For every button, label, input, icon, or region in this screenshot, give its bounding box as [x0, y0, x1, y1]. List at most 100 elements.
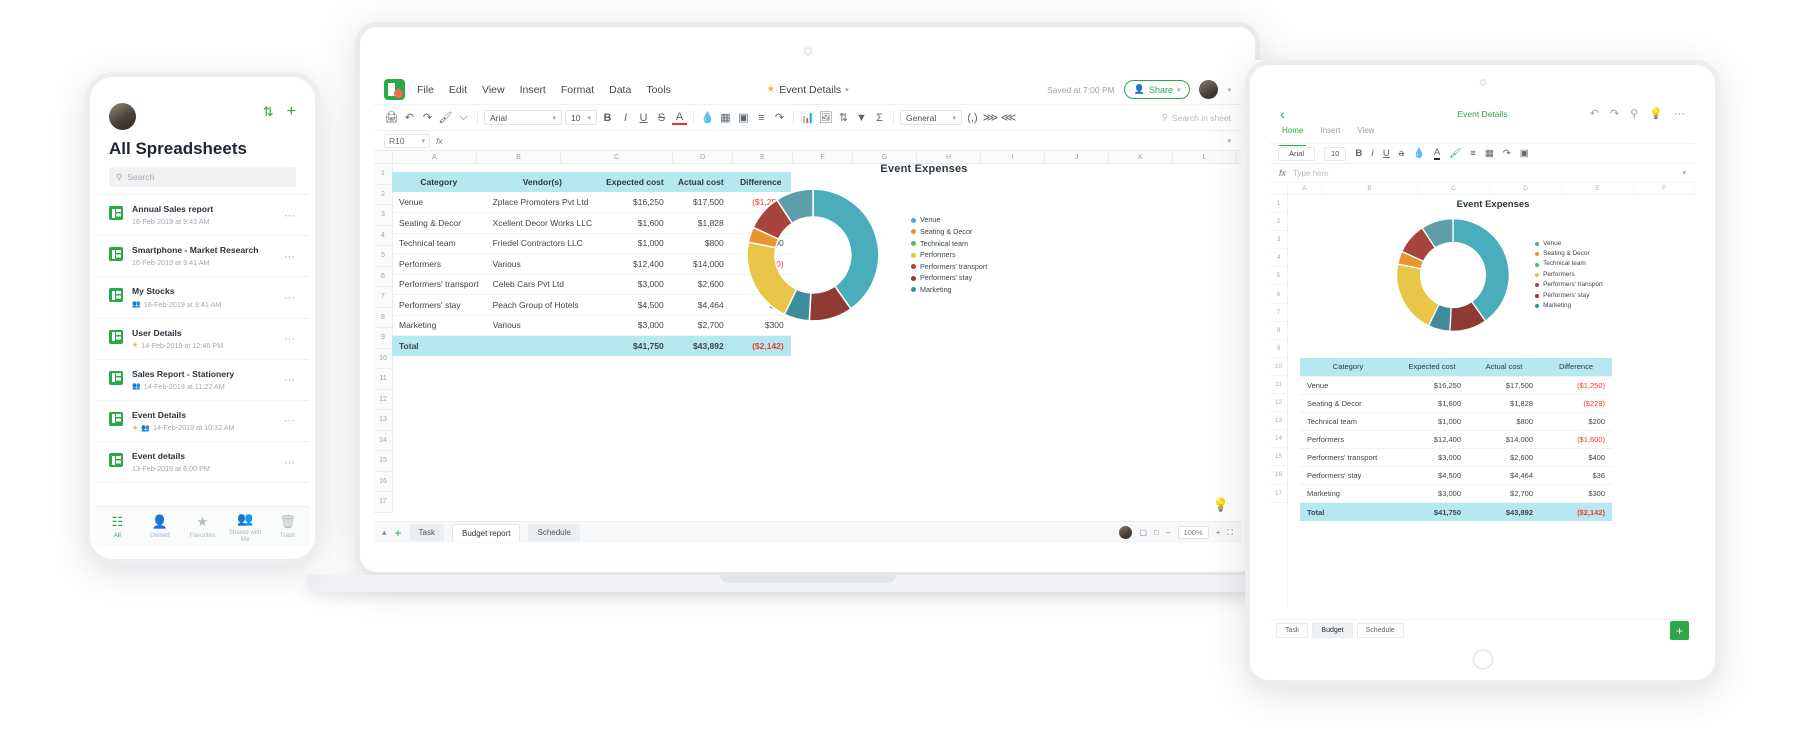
- more-options-icon[interactable]: ⋯: [284, 373, 296, 386]
- more-options-icon[interactable]: ⋯: [284, 250, 296, 263]
- underline-button[interactable]: U: [1383, 148, 1390, 159]
- legend-item-technical[interactable]: Technical team: [911, 238, 987, 250]
- legend-item-stay[interactable]: Performers' stay: [911, 272, 987, 284]
- table-row[interactable]: Performers' stay $4,500 $4,464 $36: [1300, 467, 1612, 485]
- more-options-icon[interactable]: ⋯: [284, 414, 296, 427]
- chevron-down-icon[interactable]: ▾: [1227, 86, 1231, 94]
- clear-formatting-icon[interactable]: ⌵: [456, 110, 471, 125]
- share-button[interactable]: 👤 Share ▾: [1124, 80, 1191, 99]
- tab-all[interactable]: ☷ All: [96, 514, 139, 539]
- cell-vendor[interactable]: Celeb Cars Pvt Ltd: [486, 274, 600, 295]
- redo-icon[interactable]: ↷: [1610, 107, 1619, 120]
- list-item[interactable]: User Details ★ 14-Feb-2019 at 12:46 PM ⋯: [96, 319, 309, 360]
- legend-item-stay[interactable]: Performers' stay: [1535, 291, 1603, 301]
- sheet-tab-budget[interactable]: Budget: [1312, 623, 1352, 638]
- cell-vendor[interactable]: Various: [486, 254, 600, 275]
- more-options-icon[interactable]: ⋯: [1674, 107, 1685, 120]
- tablet-cells-region[interactable]: Event Expenses: [1288, 195, 1695, 607]
- format-painter-icon[interactable]: 🖌: [1449, 148, 1461, 159]
- row-header[interactable]: 16: [1270, 466, 1287, 484]
- cell-difference[interactable]: $300: [1540, 485, 1612, 503]
- table-row[interactable]: Technical team $1,000 $800 $200: [1300, 412, 1612, 430]
- select-all-corner[interactable]: [1270, 183, 1288, 194]
- sort-icon[interactable]: ⇅: [836, 110, 851, 125]
- row-header[interactable]: 8: [374, 308, 392, 329]
- expenses-chart[interactable]: Event Expenses: [729, 163, 1119, 348]
- menu-data[interactable]: Data: [609, 84, 631, 96]
- list-item[interactable]: Event details 13-Feb-2019 at 6:00 PM ⋯: [96, 442, 309, 483]
- strikethrough-button[interactable]: a: [1399, 148, 1404, 159]
- row-header[interactable]: 1: [374, 164, 392, 185]
- cell-category[interactable]: Technical team: [1300, 412, 1396, 430]
- more-options-icon[interactable]: ⋯: [284, 209, 296, 222]
- row-header[interactable]: 3: [374, 205, 392, 226]
- sheet-list-icon[interactable]: ▴: [382, 527, 387, 538]
- cell-expected[interactable]: $4,500: [599, 295, 671, 316]
- chevron-down-icon[interactable]: ▾: [845, 86, 849, 94]
- search-icon[interactable]: ⚲: [1630, 107, 1638, 120]
- cell-category[interactable]: Seating & Decor: [1300, 394, 1396, 412]
- row-header[interactable]: 4: [1270, 249, 1287, 267]
- search-input[interactable]: ⚲ Search: [109, 167, 296, 187]
- font-family-select[interactable]: Arial: [1278, 147, 1315, 161]
- row-header[interactable]: 1: [1270, 195, 1287, 213]
- chevron-down-icon[interactable]: ▾: [1227, 137, 1231, 145]
- name-box[interactable]: R10 ▾: [384, 134, 430, 148]
- chevron-down-icon[interactable]: ▾: [1682, 169, 1686, 177]
- cell-vendor[interactable]: Various: [486, 315, 600, 336]
- avatar[interactable]: [109, 103, 136, 130]
- merge-cells-icon[interactable]: ▣: [736, 110, 751, 125]
- strikethrough-button[interactable]: S: [654, 110, 669, 125]
- row-header[interactable]: 9: [374, 328, 392, 349]
- row-header[interactable]: 11: [374, 369, 392, 390]
- bold-button[interactable]: B: [1355, 148, 1362, 159]
- row-header[interactable]: 13: [1270, 412, 1287, 430]
- cell-actual[interactable]: $800: [1468, 412, 1540, 430]
- column-header-f[interactable]: F: [793, 151, 853, 163]
- cell-actual[interactable]: $17,500: [671, 192, 731, 213]
- italic-button[interactable]: I: [618, 110, 633, 125]
- more-options-icon[interactable]: ⋯: [284, 291, 296, 304]
- cell-vendor[interactable]: Peach Group of Hotels: [486, 295, 600, 316]
- formula-input[interactable]: Type here: [1293, 169, 1675, 178]
- table-total-row[interactable]: Total $41,750 $43,892 ($2,142): [1300, 503, 1612, 521]
- cell-total-actual[interactable]: $43,892: [1468, 503, 1540, 521]
- font-size-select[interactable]: 10 ▾: [565, 110, 597, 125]
- legend-item-venue[interactable]: Venue: [1535, 239, 1603, 249]
- cell-expected[interactable]: $1,000: [1396, 412, 1468, 430]
- image-icon[interactable]: 🖼: [818, 110, 833, 125]
- cell-actual[interactable]: $17,500: [1468, 376, 1540, 394]
- row-header[interactable]: 3: [1270, 231, 1287, 249]
- undo-icon[interactable]: ↶: [1590, 107, 1599, 120]
- text-color-icon[interactable]: A: [672, 110, 687, 125]
- tab-owned[interactable]: 👤 Owned: [139, 514, 182, 539]
- undo-icon[interactable]: ↶: [402, 110, 417, 125]
- cell-category[interactable]: Technical team: [392, 233, 486, 254]
- zoom-in-icon[interactable]: +: [1216, 528, 1221, 537]
- cell-expected[interactable]: $1,600: [1396, 394, 1468, 412]
- column-header-g[interactable]: G: [853, 151, 917, 163]
- zoom-level[interactable]: 100%: [1178, 526, 1209, 539]
- cell-actual[interactable]: $800: [671, 233, 731, 254]
- cell-category[interactable]: Marketing: [392, 315, 486, 336]
- column-header-l[interactable]: L: [1173, 151, 1237, 163]
- document-title-area[interactable]: ★ Event Details ▾: [766, 84, 848, 96]
- font-family-select[interactable]: Arial ▾: [484, 110, 562, 125]
- column-header-a[interactable]: A: [393, 151, 477, 163]
- legend-item-marketing[interactable]: Marketing: [1535, 301, 1603, 311]
- cell-category[interactable]: Venue: [1300, 376, 1396, 394]
- row-header[interactable]: 16: [374, 472, 392, 493]
- column-header-a[interactable]: A: [1288, 183, 1322, 194]
- more-options-icon[interactable]: ⋯: [284, 332, 296, 345]
- menu-file[interactable]: File: [417, 84, 434, 96]
- cell-actual[interactable]: $2,600: [1468, 448, 1540, 466]
- merge-cells-icon[interactable]: ▣: [1520, 148, 1529, 159]
- cell-difference[interactable]: $400: [1540, 448, 1612, 466]
- cell-expected[interactable]: $3,000: [599, 315, 671, 336]
- list-item[interactable]: My Stocks 👥 16-Feb-2019 at 9:41 AM ⋯: [96, 277, 309, 318]
- cell-actual[interactable]: $2,600: [671, 274, 731, 295]
- menu-view[interactable]: View: [482, 84, 505, 96]
- sum-icon[interactable]: Σ: [872, 110, 887, 125]
- row-header[interactable]: 9: [1270, 340, 1287, 358]
- legend-item-performers[interactable]: Performers: [1535, 270, 1603, 280]
